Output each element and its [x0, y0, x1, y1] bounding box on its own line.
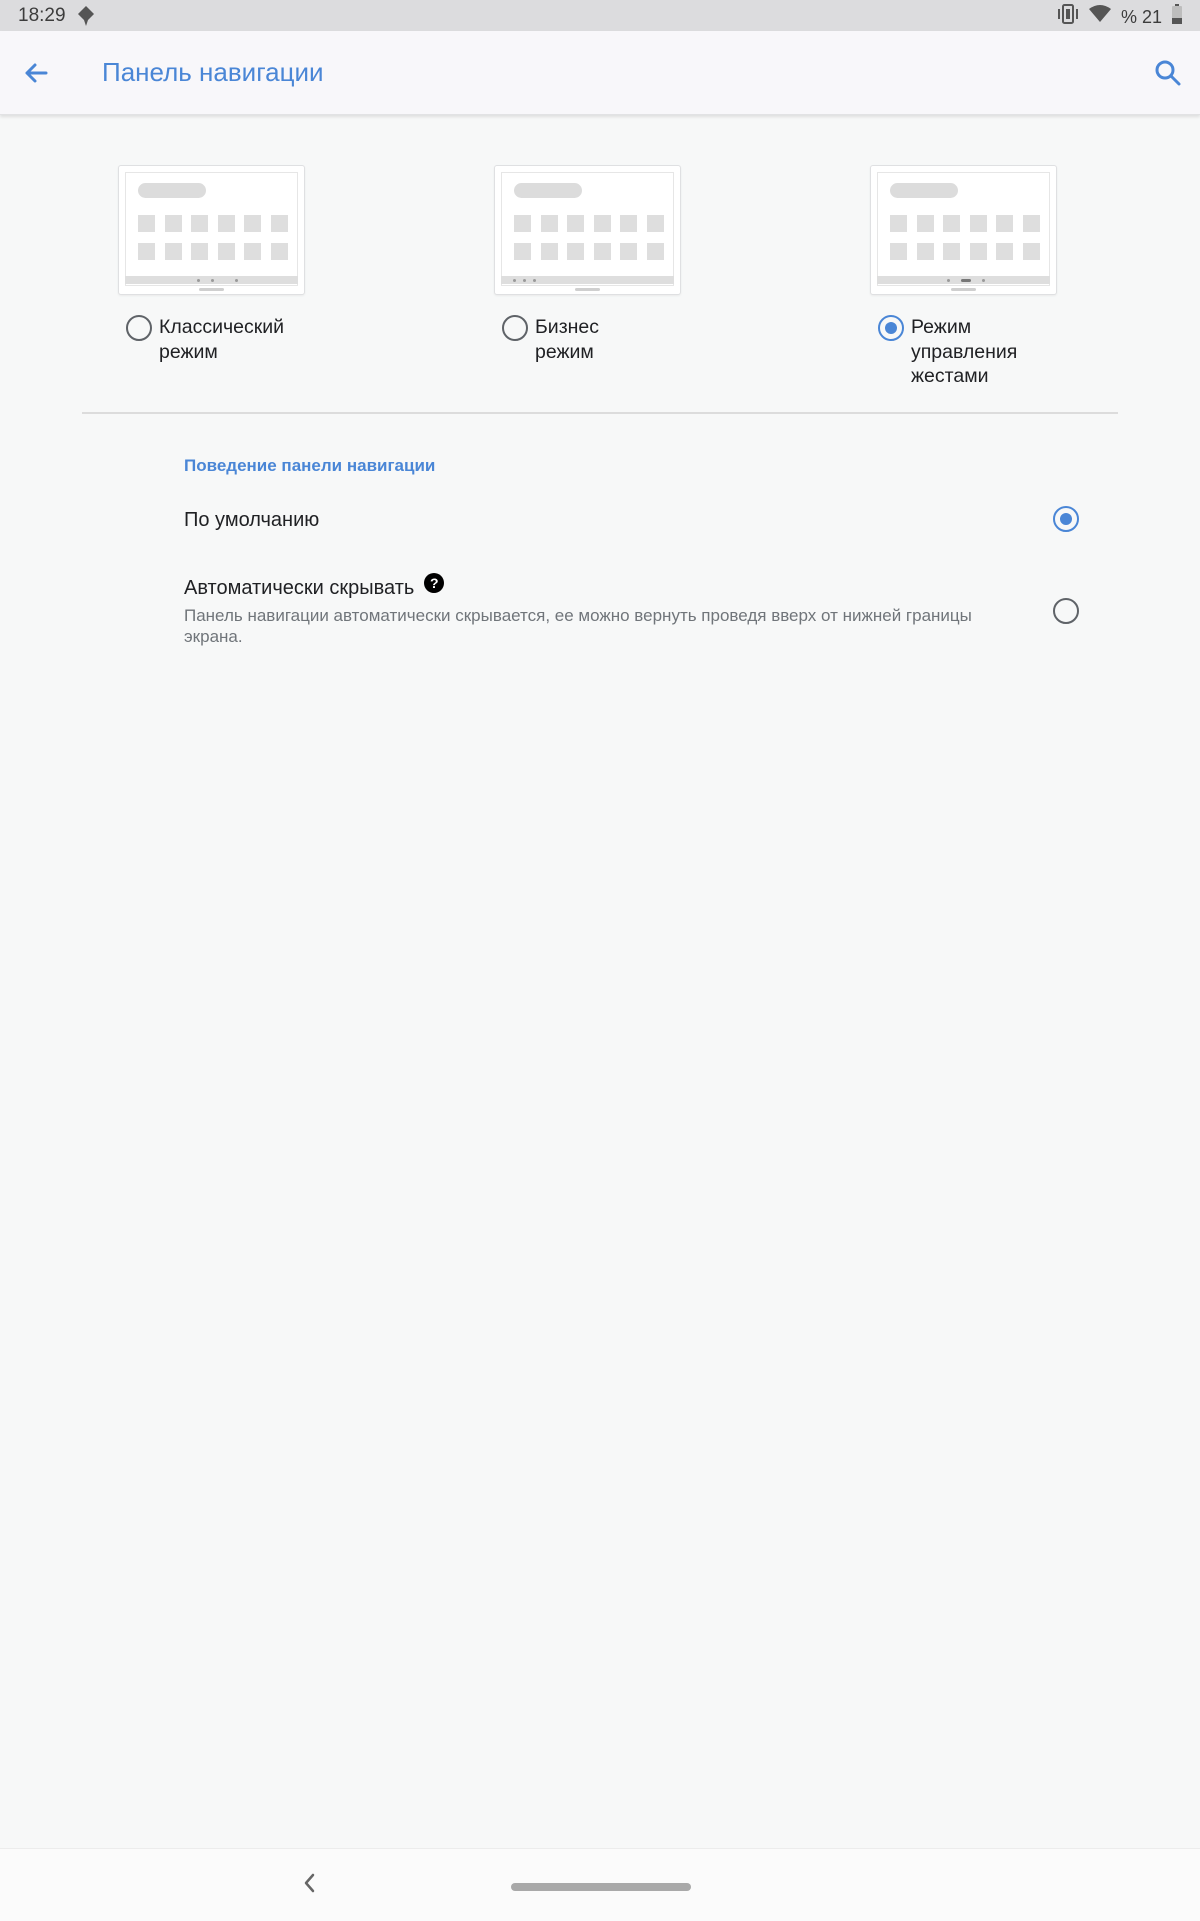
back-button[interactable] — [18, 55, 54, 91]
chevron-left-icon — [304, 1873, 315, 1893]
pref-auto-hide[interactable]: Автоматически скрывать? Панель навигации… — [184, 573, 1084, 647]
mode-radio-business[interactable] — [502, 315, 528, 341]
app-bar: Панель навигации — [0, 31, 1200, 115]
status-time: 18:29 — [18, 5, 66, 26]
page-title: Панель навигации — [102, 57, 324, 87]
help-icon[interactable]: ? — [424, 573, 445, 593]
arrow-back-icon — [25, 63, 48, 83]
pref-auto-hide-radio[interactable] — [1053, 598, 1079, 624]
battery-icon — [1172, 4, 1182, 30]
mode-radio-classic[interactable] — [126, 315, 152, 341]
mode-label-classic[interactable]: Классический режим — [159, 315, 359, 364]
mode-preview-classic[interactable] — [118, 165, 305, 295]
pref-auto-hide-title: Автоматически скрывать — [184, 577, 415, 599]
mode-label-gestures[interactable]: Режим управления жестами — [911, 315, 1111, 389]
gesture-home-handle[interactable] — [511, 1883, 691, 1891]
mode-preview-business[interactable] — [494, 165, 681, 295]
wifi-icon — [1088, 5, 1111, 29]
pref-auto-hide-subtitle: Панель навигации автоматически скрываетс… — [184, 606, 972, 646]
section-divider — [82, 412, 1118, 414]
notification-icon — [78, 6, 94, 32]
mode-preview-gestures[interactable] — [870, 165, 1057, 295]
search-icon — [1155, 60, 1181, 86]
nav-back-button[interactable] — [298, 1871, 322, 1895]
vibrate-icon — [1057, 4, 1079, 30]
search-button[interactable] — [1150, 55, 1186, 91]
battery-percent: % 21 — [1120, 6, 1162, 27]
mode-label-business[interactable]: Бизнес режим — [535, 315, 735, 364]
section-title-behavior: Поведение панели навигации — [184, 456, 436, 475]
pref-default-radio[interactable] — [1053, 506, 1079, 532]
pref-default[interactable]: По умолчанию — [184, 509, 1084, 532]
mode-radio-gestures[interactable] — [878, 315, 904, 341]
system-nav-bar — [0, 1848, 1200, 1921]
pref-default-title: По умолчанию — [184, 509, 320, 531]
status-bar: 18:29 % 21 — [0, 0, 1200, 31]
status-icons: % 21 — [1057, 4, 1182, 30]
